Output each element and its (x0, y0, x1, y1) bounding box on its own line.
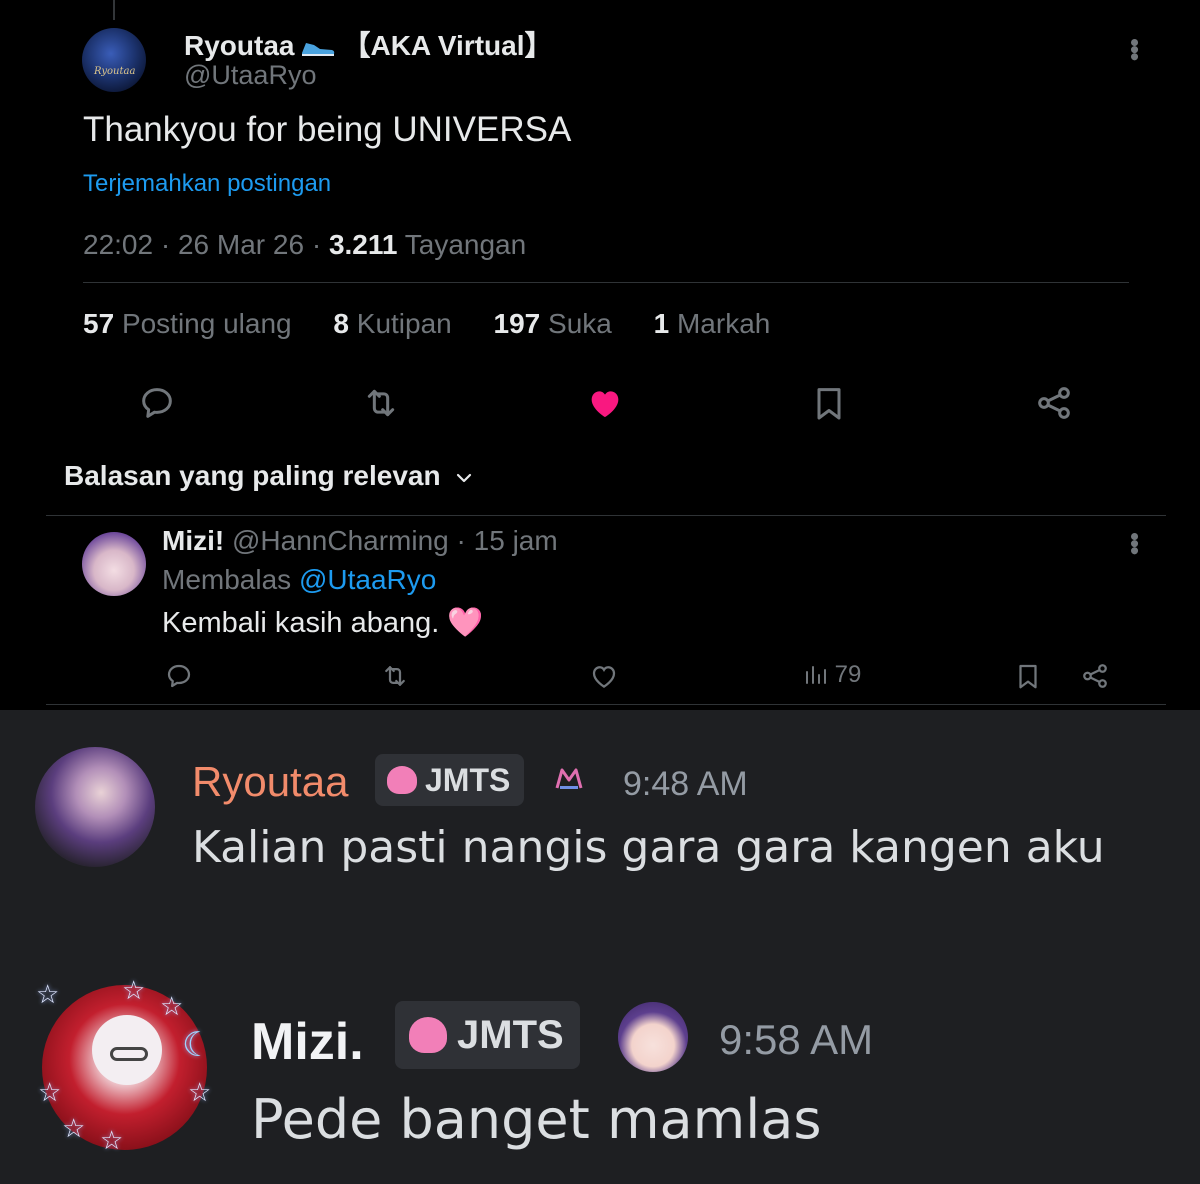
message-text: Pede banget mamlas (251, 1088, 822, 1151)
star-icon: ☆ (38, 1077, 62, 1107)
views-count: 3.211 (328, 229, 398, 260)
message-timestamp: 9:58 AM (719, 1016, 874, 1063)
tweet-time[interactable]: 22:02 (83, 229, 153, 260)
message-timestamp: 9:48 AM (623, 765, 748, 803)
more-options-icon[interactable]: ••• (1120, 38, 1150, 59)
chevron-down-icon (457, 473, 472, 482)
stat-reposts[interactable]: 57 Posting ulang (83, 308, 292, 339)
tweet-meta: 22:02 · 26 Mar 26 · 3.211 Tayangan (83, 229, 527, 260)
replies-sort-label: Balasan yang paling relevan (64, 460, 441, 491)
tweet-text: Thankyou for being UNIVERSA (83, 110, 572, 149)
reply-reply-icon[interactable] (164, 661, 194, 691)
role-badge-icon (555, 768, 583, 789)
server-tag-label: JMTS (457, 1012, 564, 1057)
stat-likes[interactable]: 197 Suka (494, 308, 612, 339)
star-icon: ☆ (100, 1125, 124, 1155)
stat-bookmarks[interactable]: 1 Markah (654, 308, 771, 339)
message-avatar[interactable]: ☆ ☆ ☆ ☆ ☆ ☆ ☆ ☾ (36, 975, 212, 1155)
author-name[interactable]: Ryoutaa 【AKA Virtual】 (184, 24, 553, 64)
star-icon: ☆ (188, 1077, 212, 1107)
reply-text: Kembali kasih abang. 🩷 (162, 607, 484, 639)
reply-author-avatar[interactable] (82, 532, 146, 596)
author-avatar[interactable]: Ryoutaa (82, 28, 146, 92)
star-icon: ☆ (122, 975, 146, 1005)
server-tag[interactable]: JMTS (395, 1001, 580, 1069)
views-label: Tayangan (404, 229, 527, 260)
author-handle[interactable]: @UtaaRyo (184, 60, 316, 91)
skull-icon (409, 1017, 447, 1053)
avatar-signature: Ryoutaa (94, 66, 136, 77)
reply-views[interactable]: 79 (804, 661, 861, 689)
star-icon: ☆ (36, 979, 60, 1009)
message-author[interactable]: Ryoutaa (192, 758, 348, 806)
author-tag: 【AKA Virtual】 (342, 30, 553, 61)
star-icon: ☆ (62, 1113, 86, 1143)
star-icon: ☆ (160, 991, 184, 1021)
discord-chat-view: Ryoutaa JMTS 9:48 AM Kalian pasti nangis… (0, 710, 1200, 1184)
tweet-date[interactable]: 26 Mar 26 (178, 229, 304, 260)
twitter-post-view: Ryoutaa Ryoutaa 【AKA Virtual】 @UtaaRyo ••… (0, 0, 1200, 710)
reply-views-count: 79 (834, 661, 862, 688)
translate-link[interactable]: Terjemahkan postingan (83, 170, 331, 198)
message-text: Kalian pasti nangis gara gara kangen aku (192, 822, 1105, 873)
replying-to: Membalas @UtaaRyo (162, 564, 437, 595)
replies-sort-dropdown[interactable]: Balasan yang paling relevan (64, 460, 474, 492)
avatar-decoration-icon (618, 1002, 688, 1072)
share-icon[interactable] (1034, 383, 1074, 423)
divider (46, 704, 1166, 705)
reply-retweet-icon[interactable] (380, 661, 410, 691)
sneaker-icon (302, 42, 335, 56)
reply-header: Mizi! @HannCharming · 15 jam (162, 525, 558, 556)
engagement-stats: 57 Posting ulang 8 Kutipan 197 Suka 1 Ma… (83, 308, 804, 340)
reply-heart-icon[interactable] (589, 661, 619, 691)
bookmark-icon[interactable] (809, 383, 849, 423)
reply-more-options-icon[interactable]: ••• (1120, 532, 1150, 553)
reply-author-handle[interactable]: @HannCharming (232, 525, 449, 556)
moon-icon: ☾ (182, 1026, 213, 1064)
message-avatar[interactable] (35, 747, 155, 867)
divider (46, 515, 1166, 516)
thread-line (113, 0, 115, 20)
reply-share-icon[interactable] (1080, 661, 1110, 691)
author-display-name: Ryoutaa (184, 30, 295, 61)
message-author[interactable]: Mizi. (251, 1012, 364, 1072)
heart-filled-icon[interactable] (585, 383, 625, 423)
reply-bookmark-icon[interactable] (1013, 661, 1043, 691)
replying-to-link[interactable]: @UtaaRyo (299, 564, 436, 595)
retweet-icon[interactable] (361, 383, 401, 423)
skull-icon (387, 766, 417, 794)
reply-time[interactable]: 15 jam (474, 525, 558, 556)
server-tag-label: JMTS (425, 761, 511, 798)
reply-author-name[interactable]: Mizi! (162, 525, 224, 556)
stat-quotes[interactable]: 8 Kutipan (333, 308, 451, 339)
reply-icon[interactable] (137, 383, 177, 423)
views-chart-icon (806, 666, 826, 684)
divider (83, 282, 1129, 283)
server-tag[interactable]: JMTS (375, 754, 525, 806)
